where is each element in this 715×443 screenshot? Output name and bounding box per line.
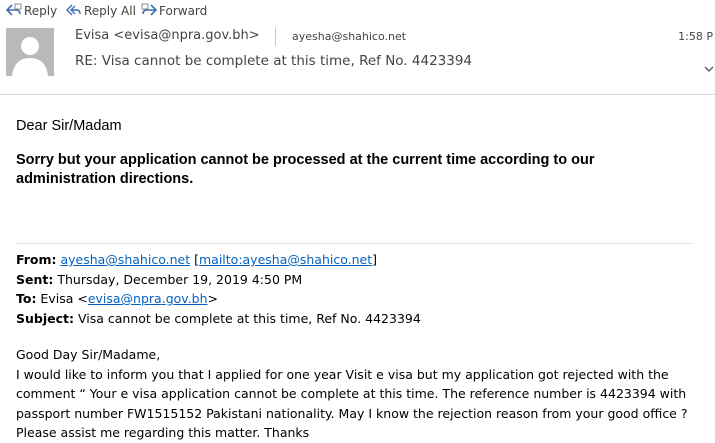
header-divider [275, 28, 276, 46]
forward-button[interactable]: Forward [141, 3, 207, 19]
sent-label: Sent: [16, 271, 54, 287]
message-line: passport number FW1515152 Pakistani nati… [16, 405, 688, 421]
quoted-to-row: To: Evisa <evisa@npra.gov.bh> [16, 289, 421, 309]
forward-icon [141, 3, 159, 20]
quoted-from-row: From: ayesha@shahico.net [mailto:ayesha@… [16, 250, 421, 270]
to-name: Evisa < [36, 291, 88, 306]
reply-all-icon [66, 3, 84, 20]
message-line: Good Day Sir/Madame, [16, 347, 161, 362]
reply-button[interactable]: Reply [5, 3, 58, 20]
person-icon [12, 37, 48, 76]
sent-value: Thursday, December 19, 2019 4:50 PM [53, 271, 303, 287]
quoted-message: Good Day Sir/Madame, I would like to inf… [16, 345, 706, 443]
forward-label: Forward [159, 4, 208, 18]
quoted-header: From: ayesha@shahico.net [mailto:ayesha@… [16, 250, 421, 328]
avatar[interactable] [6, 28, 54, 76]
from-email-link[interactable]: ayesha@shahico.net [61, 252, 191, 267]
quoted-subject-row: Subject: Visa cannot be complete at this… [16, 309, 421, 329]
received-time: 1:58 P [678, 30, 713, 43]
message-subject: RE: Visa cannot be complete at this time… [75, 53, 473, 69]
to-close: > [207, 291, 219, 306]
reply-label: Reply [24, 4, 58, 18]
subject-label: Subject: [16, 310, 74, 326]
message-toolbar: Reply Reply All Forward [0, 0, 715, 22]
header-separator [0, 94, 715, 95]
quoted-sent-row: Sent: Thursday, December 19, 2019 4:50 P… [16, 270, 421, 290]
to-label: To: [16, 291, 37, 306]
chevron-down-icon[interactable] [704, 65, 714, 73]
to-email-link[interactable]: evisa@npra.gov.bh [88, 291, 208, 306]
reply-icon [5, 3, 24, 20]
from-open-bracket: [ [190, 252, 199, 267]
from-label: From: [16, 252, 57, 267]
mailto-link[interactable]: mailto:ayesha@shahico.net [199, 252, 372, 267]
quote-separator [16, 243, 693, 244]
message-line: I would like to inform you that I applie… [16, 366, 669, 382]
message-line: comment “ Your e visa application cannot… [16, 386, 687, 401]
message-line: Please assist me regarding this matter. … [16, 425, 310, 440]
recipient-address[interactable]: ayesha@shahico.net [292, 30, 406, 43]
reply-all-label: Reply All [84, 4, 136, 18]
subject-value: Visa cannot be complete at this time, Re… [74, 310, 421, 326]
sender-name[interactable]: Evisa <evisa@npra.gov.bh> [75, 28, 260, 43]
notice-text: Sorry but your application cannot be pro… [16, 152, 595, 187]
greeting-text: Dear Sir/Madam [16, 118, 122, 134]
reply-all-button[interactable]: Reply All [66, 3, 136, 19]
message-header: Evisa <evisa@npra.gov.bh> ayesha@shahico… [0, 22, 715, 84]
from-close-bracket: ] [372, 252, 378, 267]
